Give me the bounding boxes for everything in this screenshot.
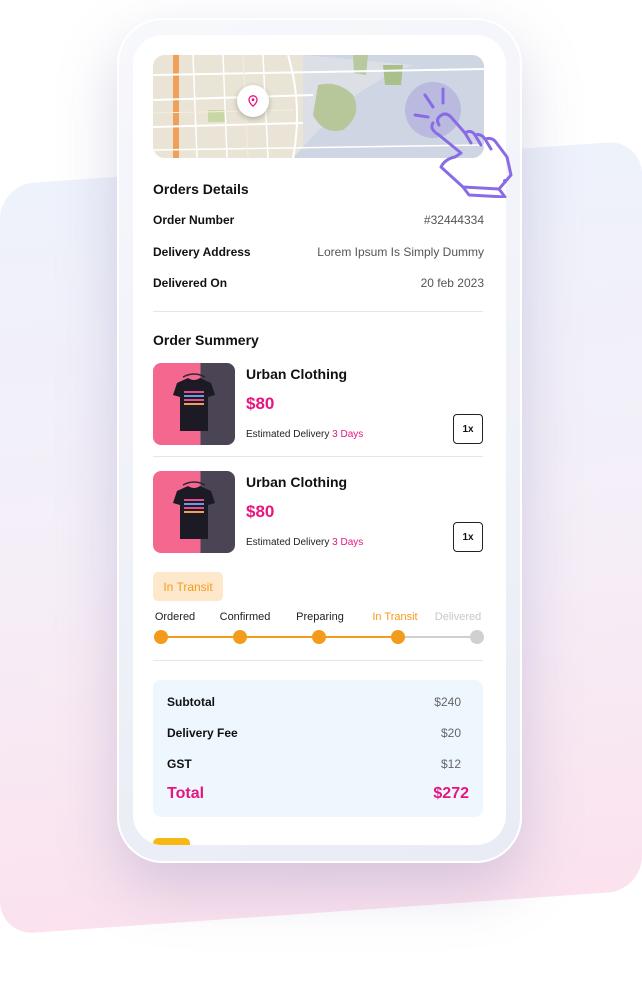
divider bbox=[153, 660, 483, 661]
estimated-delivery-label: Estimated Delivery bbox=[246, 429, 330, 440]
item-price: $80 bbox=[246, 394, 275, 413]
progress-step-label: In Transit bbox=[372, 611, 418, 623]
total-value: $272 bbox=[433, 785, 469, 802]
subtotal-label: Subtotal bbox=[167, 695, 215, 709]
delivery-fee-value: $20 bbox=[440, 726, 461, 740]
price-summary-card: Subtotal $240 Delivery Fee $20 GST $12 T… bbox=[153, 680, 483, 817]
total-label: Total bbox=[167, 785, 205, 802]
estimated-delivery-value: 3 Days bbox=[332, 537, 364, 548]
progress-step-label: Confirmed bbox=[219, 611, 271, 623]
progress-step-dot bbox=[470, 630, 484, 644]
tshirt-image bbox=[173, 481, 215, 539]
progress-track-segment bbox=[240, 636, 319, 638]
delivery-fee-label: Delivery Fee bbox=[167, 726, 238, 740]
quantity-badge[interactable]: 1x bbox=[453, 522, 483, 552]
gst-value: $12 bbox=[440, 757, 461, 771]
estimated-delivery: Estimated Delivery 3 Days bbox=[246, 429, 363, 440]
status-badge: In Transit bbox=[153, 572, 223, 601]
progress-track-segment bbox=[319, 636, 398, 638]
product-thumbnail bbox=[153, 471, 235, 553]
estimated-delivery: Estimated Delivery 3 Days bbox=[246, 537, 363, 548]
order-number-label: Order Number bbox=[153, 213, 235, 227]
progress-step-dot bbox=[233, 630, 247, 644]
divider bbox=[153, 311, 483, 312]
progress-step-label: Preparing bbox=[296, 611, 344, 623]
estimated-delivery-value: 3 Days bbox=[332, 429, 364, 440]
order-item[interactable]: Urban Clothing $80 Estimated Delivery 3 … bbox=[153, 471, 483, 553]
hand-pointer-icon bbox=[413, 87, 513, 198]
divider bbox=[153, 456, 483, 457]
progress-step-label: Ordered bbox=[154, 611, 196, 623]
map-pin[interactable] bbox=[237, 85, 269, 117]
item-name: Urban Clothing bbox=[246, 366, 348, 382]
delivery-address-value: Lorem Ipsum Is Simply Dummy bbox=[317, 245, 484, 259]
progress-step-dot bbox=[391, 630, 405, 644]
progress-step-label: Delivered bbox=[434, 611, 482, 623]
progress-track-segment bbox=[398, 636, 477, 638]
tshirt-image bbox=[173, 373, 215, 431]
estimated-delivery-label: Estimated Delivery bbox=[246, 537, 330, 548]
delivery-address-label: Delivery Address bbox=[153, 245, 251, 259]
progress-step-dot bbox=[312, 630, 326, 644]
quantity-badge[interactable]: 1x bbox=[453, 414, 483, 444]
delivered-on-value: 20 feb 2023 bbox=[420, 276, 484, 290]
bottom-button-peek[interactable] bbox=[153, 838, 190, 845]
item-price: $80 bbox=[246, 502, 275, 521]
gst-label: GST bbox=[167, 757, 192, 771]
order-summary-title: Order Summery bbox=[153, 332, 259, 348]
orders-details-title: Orders Details bbox=[153, 181, 249, 197]
order-number-value: #32444334 bbox=[423, 213, 484, 227]
item-name: Urban Clothing bbox=[246, 474, 348, 490]
progress-step-dot bbox=[154, 630, 168, 644]
product-thumbnail bbox=[153, 363, 235, 445]
subtotal-value: $240 bbox=[434, 695, 461, 709]
order-item[interactable]: Urban Clothing $80 Estimated Delivery 3 … bbox=[153, 363, 483, 445]
delivered-on-label: Delivered On bbox=[153, 276, 228, 290]
location-pin-icon bbox=[248, 95, 258, 107]
progress-track-segment bbox=[161, 636, 240, 638]
